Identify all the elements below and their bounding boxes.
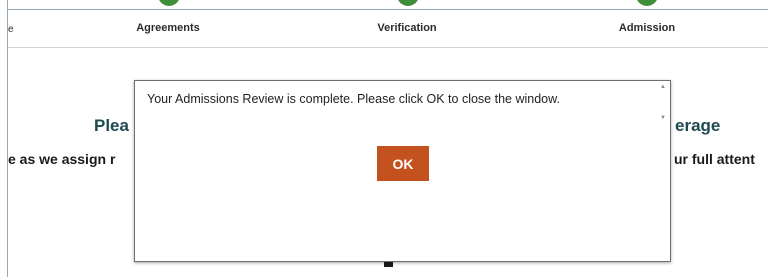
step-label-agreements: Agreements <box>136 22 200 34</box>
step-label-fragment: e <box>8 24 14 35</box>
background-heading-left: Plea <box>94 116 129 135</box>
step-indicator-admission <box>636 0 658 6</box>
step-indicator-verification <box>397 0 419 6</box>
dialog-message: Your Admissions Review is complete. Plea… <box>147 92 560 106</box>
scroll-down-icon[interactable]: ▼ <box>660 115 666 121</box>
background-subtext-left: e as we assign r <box>8 151 116 167</box>
step-indicator-agreements <box>158 0 180 6</box>
header-divider <box>8 47 768 48</box>
window-frame-top <box>7 9 768 10</box>
step-label-verification: Verification <box>377 22 437 34</box>
ok-button[interactable]: OK <box>377 146 429 181</box>
admissions-review-dialog: Your Admissions Review is complete. Plea… <box>134 80 671 262</box>
background-subtext-right: ur full attent <box>674 151 755 167</box>
step-label-admission: Admission <box>618 22 676 34</box>
window-frame-left <box>7 0 8 277</box>
scroll-up-icon[interactable]: ▲ <box>660 84 666 90</box>
background-heading-right: erage <box>675 116 721 135</box>
